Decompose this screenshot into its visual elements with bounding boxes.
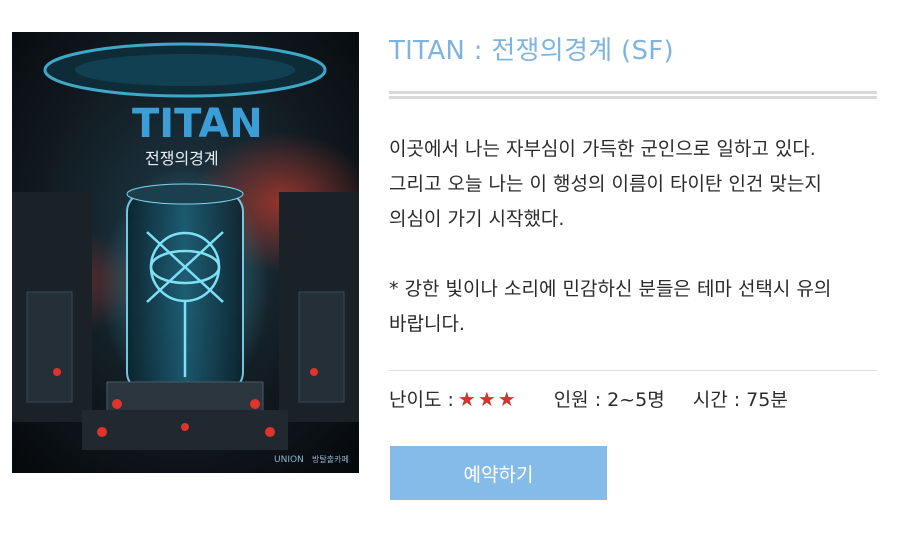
- title-divider: [389, 91, 877, 99]
- theme-title: TITAN : 전쟁의경계 (SF): [389, 36, 674, 66]
- notice-line: * 강한 빛이나 소리에 민감하신 분들은 테마 선택시 유의: [389, 278, 832, 300]
- star-icon: ★: [497, 386, 516, 411]
- theme-meta: 난이도 : ★ ★ ★ 인원 : 2~5명 시간 : 75분: [389, 385, 788, 412]
- reserve-button[interactable]: 예약하기: [390, 446, 607, 500]
- description-line: 그리고 오늘 나는 이 행성의 이름이 타이탄 인건 맞는지: [389, 173, 822, 195]
- poster-subtitle: 전쟁의경계: [145, 149, 219, 168]
- poster-logo-right: 방탈출카페: [312, 454, 349, 464]
- theme-description: 이곳에서 나는 자부심이 가득한 군인으로 일하고 있다. 그리고 오늘 나는 …: [389, 132, 879, 342]
- description-line: 의심이 가기 시작했다.: [389, 208, 565, 230]
- people-count: 인원 : 2~5명: [553, 389, 665, 411]
- star-icon: ★: [477, 386, 496, 411]
- description-line: 이곳에서 나는 자부심이 가득한 군인으로 일하고 있다.: [389, 138, 816, 160]
- star-icon: ★: [457, 386, 476, 411]
- notice-line: 바랍니다.: [389, 313, 465, 335]
- meta-divider: [389, 370, 877, 371]
- theme-poster-image: TITAN 전쟁의경계 UNION 방탈출카페: [12, 32, 359, 473]
- difficulty-stars: ★ ★ ★: [458, 389, 518, 409]
- difficulty-label: 난이도 :: [389, 389, 454, 411]
- poster-title: TITAN: [132, 101, 263, 147]
- play-time: 시간 : 75분: [692, 389, 788, 411]
- poster-logo-left: UNION: [274, 455, 304, 465]
